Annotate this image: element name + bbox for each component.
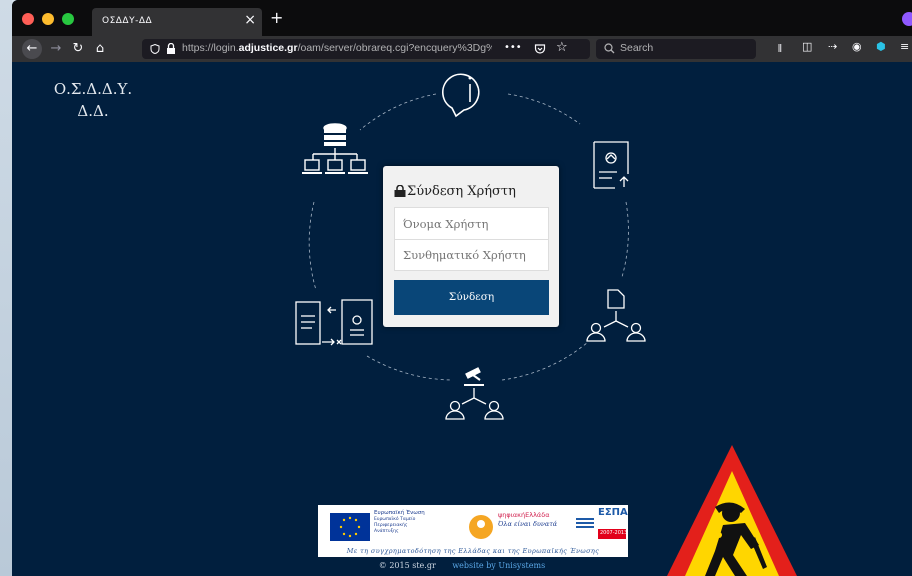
new-tab-button[interactable]: + xyxy=(270,8,283,27)
tab-bar: ΟΣΔΔΥ-ΔΔ × + xyxy=(12,0,912,36)
browser-window: ΟΣΔΔΥ-ΔΔ × + ← → ↻ ⌂ https://login.adjus… xyxy=(12,0,912,576)
espa-label: ΕΣΠΑ xyxy=(598,507,628,518)
document-upload-icon xyxy=(593,141,629,189)
extension-icon[interactable] xyxy=(902,12,912,26)
ring-arc xyxy=(621,201,629,278)
home-button[interactable]: ⌂ xyxy=(90,39,110,59)
username-input[interactable] xyxy=(395,208,548,239)
ring-arc xyxy=(308,201,317,291)
minimize-window-button[interactable] xyxy=(42,13,54,25)
back-button[interactable]: ← xyxy=(22,39,42,59)
digital-greece-subtitle: Όλα είναι δυνατά xyxy=(498,520,558,528)
password-input[interactable] xyxy=(395,240,548,270)
eu-text: Ευρωπαϊκή Ένωση xyxy=(374,510,425,516)
reload-button[interactable]: ↻ xyxy=(68,39,88,59)
close-window-button[interactable] xyxy=(22,13,34,25)
tab-active[interactable]: ΟΣΔΔΥ-ΔΔ × xyxy=(92,8,262,36)
tab-title: ΟΣΔΔΥ-ΔΔ xyxy=(102,16,153,26)
info-icon xyxy=(442,73,480,118)
shield-icon[interactable] xyxy=(150,44,160,54)
search-icon xyxy=(604,43,615,54)
espa-logo-icon xyxy=(576,518,594,528)
username-field[interactable] xyxy=(394,207,549,239)
tab-close-icon[interactable]: × xyxy=(244,12,256,28)
page-actions-icon[interactable]: ••• xyxy=(504,42,522,53)
screen: ΟΣΔΔΥ-ΔΔ × + ← → ↻ ⌂ https://login.adjus… xyxy=(0,0,912,576)
lock-icon xyxy=(394,185,406,197)
ring-arc xyxy=(501,341,589,381)
address-bar[interactable]: https://login.adjustice.gr/oam/server/ob… xyxy=(142,39,590,59)
bookmark-star-icon[interactable]: ☆ xyxy=(556,40,568,55)
ring-arc xyxy=(507,93,581,125)
login-form: Σύνδεση Χρήστη Σύνδεση xyxy=(383,166,559,327)
eu-subtext: Ευρωπαϊκό Ταμείο Περιφερειακής Ανάπτυξης xyxy=(374,517,416,534)
desktop-background xyxy=(0,0,12,576)
shared-document-icon xyxy=(586,289,646,342)
extension-arrow-icon[interactable]: ⇢ xyxy=(828,40,837,53)
navigation-bar: ← → ↻ ⌂ https://login.adjustice.gr/oam/s… xyxy=(12,36,912,62)
login-button[interactable]: Σύνδεση xyxy=(394,280,549,315)
ring-arc xyxy=(359,93,437,131)
vendor-link[interactable]: website by Unisystems xyxy=(452,561,545,570)
password-field[interactable] xyxy=(394,239,549,271)
court-people-icon xyxy=(445,367,504,420)
construction-warning-sign xyxy=(667,445,797,576)
forward-button[interactable]: → xyxy=(46,39,66,59)
lock-icon[interactable] xyxy=(166,43,176,55)
ring-arc xyxy=(366,355,453,381)
maximize-window-button[interactable] xyxy=(62,13,74,25)
url-text: https://login.adjustice.gr/oam/server/ob… xyxy=(182,42,492,54)
copyright-text: © 2015 ste.gr xyxy=(378,561,436,570)
sponsor-caption: Με τη συγχρηματοδότηση της Ελλάδας και τ… xyxy=(346,547,600,555)
sponsor-banner: Ευρωπαϊκή Ένωση Ευρωπαϊκό Ταμείο Περιφερ… xyxy=(318,505,628,557)
pocket-icon[interactable] xyxy=(534,43,546,55)
document-exchange-icon xyxy=(295,299,373,346)
page-content: Ο.Σ.Δ.Δ.Υ. Δ.Δ. Σύνδεση Χρήστη Όνομα Χρή… xyxy=(12,62,912,576)
menu-icon[interactable]: ≡ xyxy=(900,40,909,53)
account-icon[interactable]: ◉ xyxy=(852,40,862,53)
login-title: Σύνδεση Χρήστη xyxy=(407,184,516,199)
library-icon[interactable]: 𝍪 xyxy=(778,40,782,59)
database-network-icon xyxy=(302,123,368,174)
sidebar-icon[interactable]: ◫ xyxy=(802,40,812,53)
espa-years: 2007-2013 xyxy=(600,530,628,536)
search-placeholder: Search xyxy=(620,42,654,54)
digital-greece-title: ψηφιακήΕλλάδα xyxy=(498,511,550,519)
addon-icon[interactable]: ⬢ xyxy=(876,40,886,53)
sponsor-logos xyxy=(330,513,626,541)
search-bar[interactable]: Search xyxy=(596,39,756,59)
